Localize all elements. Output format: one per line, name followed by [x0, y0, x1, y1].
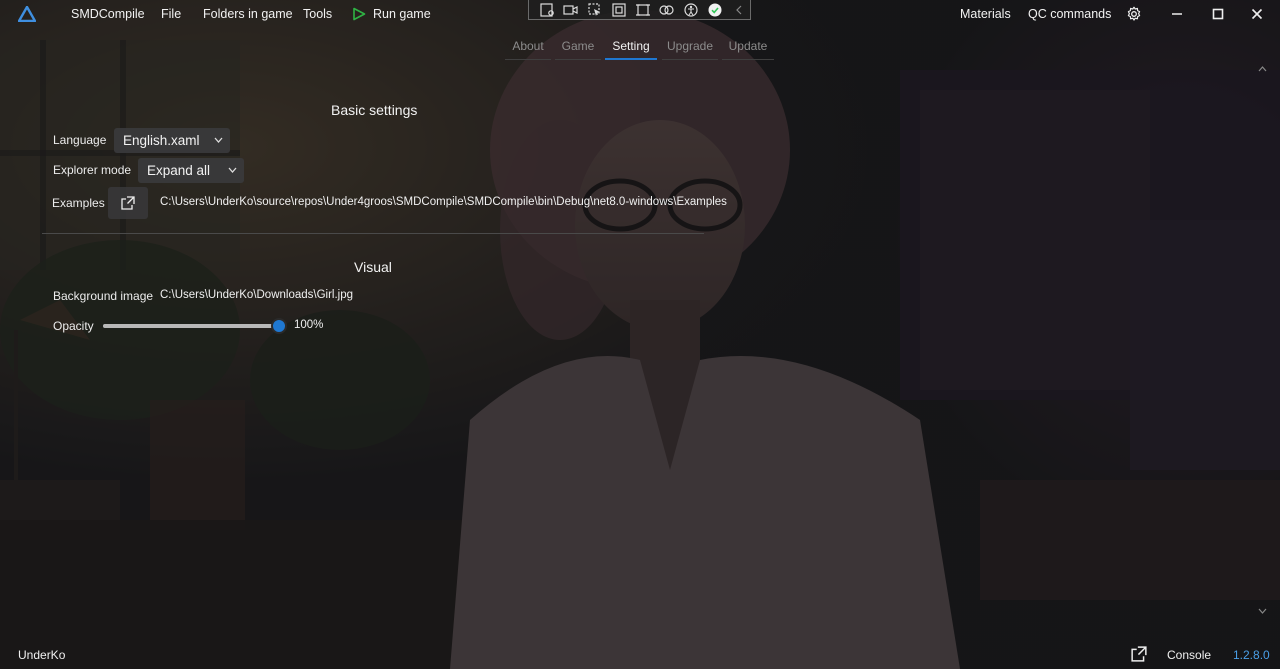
- open-examples-button[interactable]: [108, 187, 148, 219]
- maximize-button[interactable]: [1198, 0, 1238, 28]
- language-label: Language: [53, 133, 107, 147]
- binding-failures-icon[interactable]: [658, 3, 675, 17]
- menu-materials[interactable]: Materials: [960, 0, 1011, 28]
- chevron-down-icon: [214, 137, 223, 143]
- opacity-value: 100%: [294, 319, 324, 331]
- scroll-down-arrow-icon[interactable]: [1258, 608, 1267, 614]
- opacity-slider[interactable]: [103, 317, 287, 335]
- record-icon[interactable]: [562, 3, 579, 17]
- menu-file[interactable]: File: [161, 0, 181, 28]
- version-label: 1.2.8.0: [1233, 648, 1270, 662]
- language-combobox[interactable]: English.xaml: [114, 128, 230, 153]
- tab-setting[interactable]: Setting: [605, 36, 657, 60]
- slider-thumb[interactable]: [271, 318, 287, 334]
- explorer-mode-value: Expand all: [147, 163, 211, 178]
- minimize-icon: [1172, 13, 1182, 15]
- close-button[interactable]: [1237, 0, 1277, 28]
- menu-tools[interactable]: Tools: [303, 0, 332, 28]
- menu-folders-in-game[interactable]: Folders in game: [203, 0, 293, 28]
- app-logo-icon: [18, 6, 36, 22]
- close-icon: [1251, 8, 1263, 20]
- display-adorners-icon[interactable]: [610, 2, 627, 17]
- console-button[interactable]: Console: [1167, 648, 1211, 662]
- accessibility-icon[interactable]: [682, 2, 699, 17]
- tab-about[interactable]: About: [505, 36, 551, 60]
- play-icon[interactable]: [352, 7, 366, 21]
- slider-fill: [103, 324, 279, 328]
- collapse-toolbar-icon[interactable]: [730, 3, 747, 17]
- select-element-icon[interactable]: [586, 2, 603, 17]
- tab-game[interactable]: Game: [555, 36, 601, 60]
- settings-button[interactable]: [1114, 0, 1154, 28]
- user-name: UnderKo: [18, 648, 66, 662]
- maximize-icon: [1212, 8, 1224, 20]
- xaml-debug-toolbar: [528, 0, 751, 20]
- scroll-up-arrow-icon[interactable]: [1258, 66, 1267, 72]
- open-external-icon: [121, 196, 135, 210]
- section-divider: [42, 233, 704, 234]
- menu-qc-commands[interactable]: QC commands: [1028, 0, 1111, 28]
- chevron-down-icon: [228, 167, 237, 173]
- app-title: SMDCompile: [71, 7, 145, 21]
- track-focus-icon[interactable]: [634, 3, 651, 17]
- opacity-label: Opacity: [53, 319, 94, 333]
- app-window: SMDCompile File Folders in game Tools Ru…: [0, 0, 1280, 669]
- check-icon[interactable]: [706, 3, 723, 17]
- tab-update[interactable]: Update: [722, 36, 774, 60]
- gear-icon: [1127, 6, 1141, 21]
- tab-upgrade[interactable]: Upgrade: [662, 36, 718, 60]
- title-bar: SMDCompile File Folders in game Tools Ru…: [0, 0, 1280, 28]
- menu-run-game[interactable]: Run game: [373, 0, 431, 28]
- background-image-label: Background image: [53, 289, 154, 303]
- explorer-mode-combobox[interactable]: Expand all: [138, 158, 244, 183]
- minimize-button[interactable]: [1157, 0, 1197, 28]
- examples-path: C:\Users\UnderKo\source\repos\Under4groo…: [160, 196, 727, 208]
- open-external-icon[interactable]: [1131, 646, 1147, 662]
- language-value: English.xaml: [123, 133, 200, 148]
- background-image-path[interactable]: C:\Users\UnderKo\Downloads\Girl.jpg: [160, 289, 353, 301]
- live-tree-icon[interactable]: [538, 2, 555, 17]
- basic-settings-title: Basic settings: [331, 102, 418, 118]
- visual-title: Visual: [354, 259, 392, 275]
- explorer-mode-label: Explorer mode: [53, 163, 132, 177]
- status-bar: UnderKo Console 1.2.8.0: [0, 640, 1280, 669]
- examples-label: Examples: [52, 196, 105, 210]
